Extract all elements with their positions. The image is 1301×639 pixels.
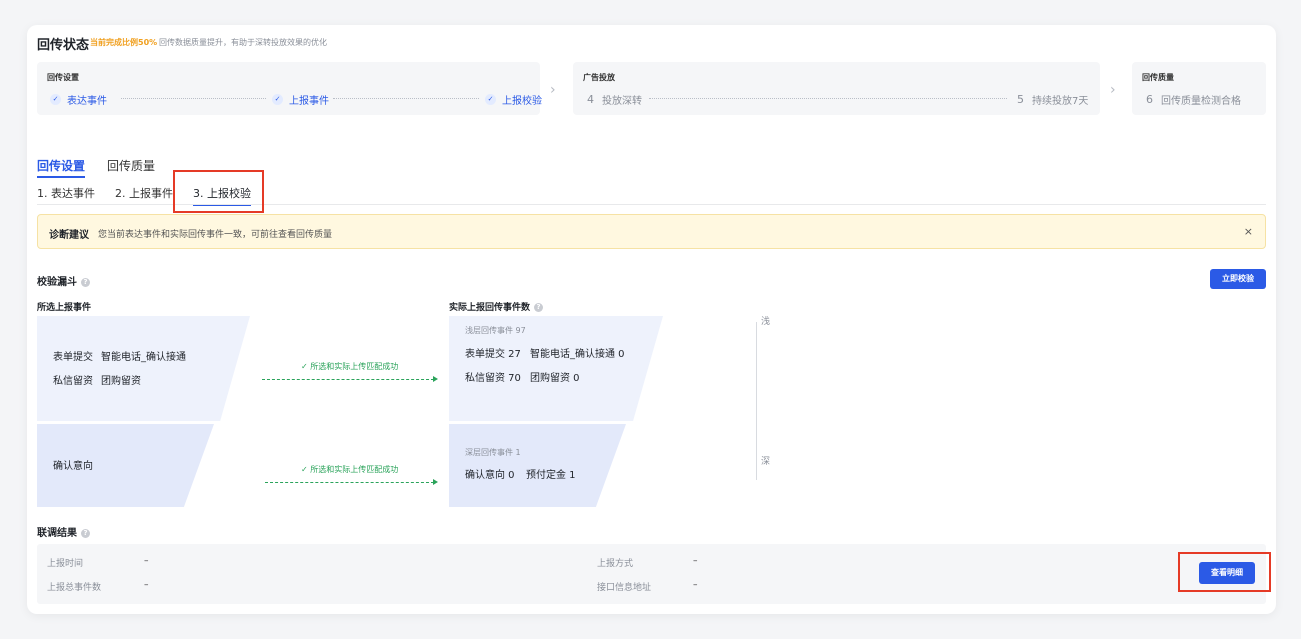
event-tag: 表单提交 <box>53 352 93 363</box>
stage-title: 回传质量 <box>1142 73 1174 82</box>
subtab-report-event[interactable]: 2. 上报事件 <box>115 185 173 201</box>
stage-ad-delivery: 广告投放 4 投放深转 5 持续投放7天 <box>573 62 1100 115</box>
match-connector <box>262 379 434 380</box>
report-time-label: 上报时间 <box>47 559 84 569</box>
report-count-value: – <box>144 580 149 590</box>
step-express-event[interactable]: ✓ 表达事件 <box>50 92 107 107</box>
subtab-express-event[interactable]: 1. 表达事件 <box>37 185 95 201</box>
stage-callback-quality: 回传质量 6 回传质量检测合格 <box>1132 62 1266 115</box>
verify-now-button[interactable]: 立即校验 <box>1210 269 1266 289</box>
match-success-label: ✓ 所选和实际上传匹配成功 <box>301 362 399 371</box>
stage-title: 广告投放 <box>583 73 615 82</box>
step-report-event[interactable]: ✓ 上报事件 <box>272 92 329 107</box>
event-tag: 私信留资 <box>53 376 93 387</box>
event-tag: 团购留资 <box>101 376 141 387</box>
check-icon: ✓ <box>485 94 496 105</box>
event-count: 团购留资 0 <box>530 373 580 384</box>
result-title-text: 联调结果 <box>37 528 77 539</box>
step-number: 5 <box>1017 93 1024 106</box>
highlight-box <box>173 170 264 213</box>
step-label: 上报事件 <box>289 96 329 107</box>
funnel-title: 校验漏斗? <box>37 273 90 288</box>
deep-events-header: 深层回传事件 1 <box>465 448 521 457</box>
report-method-label: 上报方式 <box>597 559 634 569</box>
event-count: 智能电话_确认接通 0 <box>530 349 625 360</box>
event-count: 表单提交 27 <box>465 349 521 360</box>
step-report-verify[interactable]: ✓ 上报校验 <box>485 92 542 107</box>
selected-shallow-block <box>37 316 250 421</box>
banner-text: 您当前表达事件和实际回传事件一致，可前往查看回传质量 <box>98 230 333 240</box>
page-title: 回传状态 <box>37 38 90 53</box>
api-address-label: 接口信息地址 <box>597 583 652 593</box>
stage-title: 回传设置 <box>47 73 79 82</box>
step-label: 表达事件 <box>67 96 107 107</box>
axis-deep-label: 深 <box>761 457 771 467</box>
step-number: 4 <box>587 93 594 106</box>
help-icon[interactable]: ? <box>81 528 90 538</box>
check-icon: ✓ <box>50 94 61 105</box>
step-label: 持续投放7天 <box>1032 96 1089 107</box>
match-connector <box>265 482 434 483</box>
shallow-events-header: 浅层回传事件 97 <box>465 326 526 335</box>
axis-shallow-label: 浅 <box>761 317 771 327</box>
selected-events-title: 所选上报事件 <box>37 303 92 313</box>
arrow-head-icon <box>433 376 438 382</box>
status-card: 回传状态 当前完成比例50% 回传数据质量提升，有助于深转投放效果的优化 回传设… <box>27 25 1276 614</box>
completion-percent: 当前完成比例50% <box>90 38 158 47</box>
step-label: 投放深转 <box>602 96 642 107</box>
report-count-label: 上报总事件数 <box>47 583 102 593</box>
chevron-right-icon: › <box>550 82 556 98</box>
actual-events-title-text: 实际上报回传事件数 <box>449 303 531 313</box>
help-icon[interactable]: ? <box>81 277 90 287</box>
help-icon[interactable]: ? <box>534 303 544 312</box>
step-label: 上报校验 <box>502 96 542 107</box>
result-panel: 上报时间 – 上报总事件数 – 上报方式 – 接口信息地址 – <box>37 544 1266 604</box>
event-count: 确认意向 0 <box>465 470 515 481</box>
event-tag: 确认意向 <box>53 461 93 472</box>
actual-events-title: 实际上报回传事件数? <box>449 300 544 313</box>
step-label: 回传质量检测合格 <box>1161 96 1241 107</box>
tab-callback-quality[interactable]: 回传质量 <box>107 157 155 174</box>
event-tag: 智能电话_确认接通 <box>101 352 186 363</box>
arrow-head-icon <box>433 479 438 485</box>
step-quality-check[interactable]: 6 回传质量检测合格 <box>1146 92 1241 107</box>
banner-title: 诊断建议 <box>49 230 89 241</box>
step-connector <box>649 98 1007 99</box>
depth-axis <box>756 322 757 480</box>
event-count: 预付定金 1 <box>526 470 576 481</box>
close-icon[interactable]: × <box>1244 225 1253 238</box>
step-connector <box>333 98 479 99</box>
chevron-right-icon: › <box>1110 82 1116 98</box>
report-time-value: – <box>144 556 149 566</box>
step-connector <box>121 98 266 99</box>
header-description: 回传数据质量提升，有助于深转投放效果的优化 <box>159 38 327 47</box>
api-address-value: – <box>693 580 698 590</box>
step-deep-delivery[interactable]: 4 投放深转 <box>587 92 642 107</box>
diagnosis-banner: 诊断建议 您当前表达事件和实际回传事件一致，可前往查看回传质量 × <box>37 214 1266 249</box>
main-tabs: 回传设置 回传质量 <box>37 157 155 178</box>
funnel-title-text: 校验漏斗 <box>37 277 77 288</box>
check-icon: ✓ <box>272 94 283 105</box>
tab-callback-settings[interactable]: 回传设置 <box>37 157 86 178</box>
match-success-label: ✓ 所选和实际上传匹配成功 <box>301 465 399 474</box>
stage-callback-settings: 回传设置 ✓ 表达事件 ✓ 上报事件 ✓ 上报校验 <box>37 62 542 115</box>
highlight-box <box>1178 552 1271 592</box>
event-count: 私信留资 70 <box>465 373 521 384</box>
step-continuous-delivery[interactable]: 5 持续投放7天 <box>1017 92 1088 107</box>
step-number: 6 <box>1146 93 1153 106</box>
report-method-value: – <box>693 556 698 566</box>
result-title: 联调结果? <box>37 524 90 539</box>
